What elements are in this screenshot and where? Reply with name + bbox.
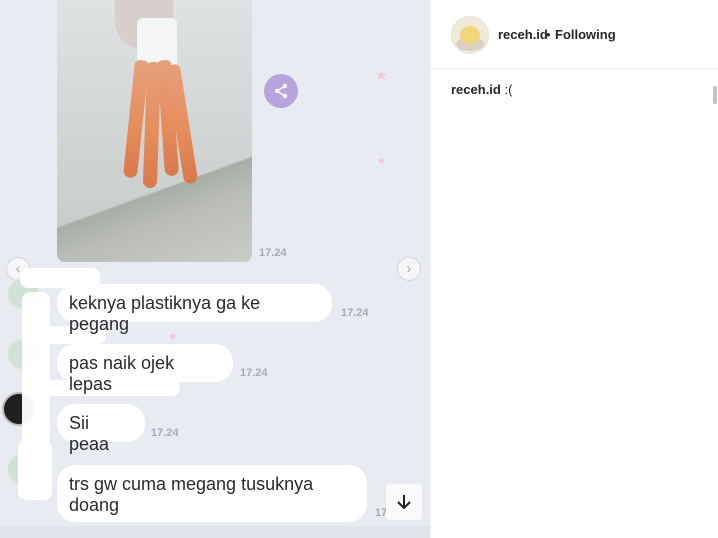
avatar-shape (460, 26, 480, 44)
chat-bubble: trs gw cuma megang tusuknya doang (57, 465, 367, 522)
sticker-star: ★ (377, 156, 386, 167)
share-button[interactable] (264, 74, 298, 108)
post-image: 17.24 ★ ★ ★ ‹ › keknya plastiknya ga ke … (0, 0, 430, 538)
chat-bubble: keknya plastiknya ga ke pegang (57, 284, 332, 334)
chat-bubble: pas naik ojek lepas (57, 344, 233, 394)
sticker-star: ★ (375, 67, 388, 83)
panel-divider (430, 0, 431, 538)
chat-photo[interactable] (57, 0, 252, 262)
carousel-next-button[interactable]: › (397, 257, 421, 281)
author-username[interactable]: receh.id (498, 27, 548, 42)
share-icon (274, 83, 288, 99)
separator-dot: • (546, 27, 551, 42)
message-text: keknya plastiknya ga ke pegang (69, 293, 261, 334)
caption-username[interactable]: receh.id (451, 82, 501, 97)
arrow-down-icon (397, 495, 411, 510)
scroll-down-button[interactable] (386, 484, 422, 520)
post-caption: receh.id :( (451, 82, 512, 97)
message-timestamp: 17.24 (151, 427, 179, 439)
message-text: trs gw cuma megang tusuknya doang (69, 474, 314, 515)
photo-timestamp: 17.24 (259, 247, 287, 259)
sticker-star: ★ (168, 331, 178, 343)
profile-avatar[interactable] (451, 16, 489, 54)
message-timestamp: 17.24 (240, 367, 268, 379)
caption-text: :( (504, 82, 513, 97)
chevron-right-icon: › (406, 260, 412, 276)
caption-scrollbar[interactable] (713, 86, 717, 104)
message-timestamp: 17.24 (341, 307, 369, 319)
chat-bubble: Sii peaa (57, 404, 145, 454)
chat-input-bar (0, 526, 430, 538)
post-header: receh.id • Following (431, 0, 718, 69)
message-text: Sii peaa (69, 413, 110, 454)
following-button[interactable]: Following (555, 27, 616, 42)
redaction-smudge (18, 440, 52, 500)
